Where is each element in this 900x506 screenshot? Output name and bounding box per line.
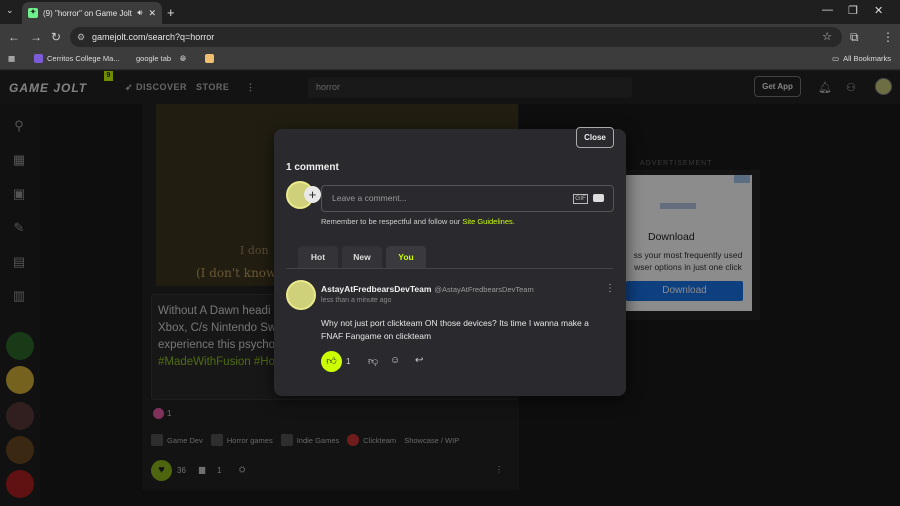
comment-like-count: 1 — [346, 357, 351, 366]
reply-icon[interactable]: ↩ — [415, 355, 423, 366]
sort-tabs: Hot New You — [298, 246, 426, 268]
tab-you[interactable]: You — [386, 246, 426, 268]
site-info-icon[interactable]: ⚙ — [77, 27, 85, 47]
guidelines-text: Remember to be respectful and follow our — [321, 217, 463, 226]
url-text: gamejolt.com/search?q=horror — [92, 32, 215, 42]
minimize-icon[interactable]: — — [822, 4, 833, 16]
gamejolt-favicon-icon: ✦ — [28, 8, 38, 18]
thumbs-up-icon[interactable]: 👍︎ — [321, 351, 342, 372]
globe-bookmark-icon[interactable]: 🌐︎ — [180, 54, 186, 64]
extensions-icon[interactable]: ⧉ — [850, 30, 859, 45]
tab-hot[interactable]: Hot — [298, 246, 338, 268]
divider — [286, 268, 613, 269]
comments-modal: Close 1 comment + Leave a comment... GIF… — [274, 127, 626, 396]
bookmark-item-icon[interactable] — [205, 54, 214, 63]
browser-tab[interactable]: ✦ (9) "horror" on Game Jolt 🔊︎ ✕ — [22, 2, 162, 24]
folder-icon: ▭ — [832, 54, 840, 63]
guidelines-note: Remember to be respectful and follow our… — [321, 217, 515, 226]
maximize-icon[interactable]: ❐ — [848, 4, 858, 17]
guidelines-period: . — [512, 217, 515, 226]
cerritos-icon — [34, 54, 43, 63]
bookmark-label: google tab — [136, 54, 172, 63]
tab-close-icon[interactable]: ✕ — [148, 8, 156, 19]
author-name: AstayAtFredbearsDevTeam — [321, 284, 432, 294]
browser-tab-bar: ⌄ ✦ (9) "horror" on Game Jolt 🔊︎ ✕ + — ❐… — [0, 0, 900, 24]
tab-new[interactable]: New — [342, 246, 382, 268]
comment-avatar[interactable] — [286, 280, 316, 310]
back-icon[interactable]: ← — [8, 30, 20, 44]
bookmark-label: Cerritos College Ma... — [47, 54, 120, 63]
new-tab-icon[interactable]: + — [167, 5, 175, 20]
gif-icon[interactable]: GIF — [573, 194, 588, 204]
browser-toolbar: ← → ↻ ⚙ gamejolt.com/search?q=horror ☆ ⧉… — [0, 24, 900, 50]
add-icon[interactable]: + — [304, 186, 321, 203]
apps-grid-icon[interactable]: ▦ — [8, 54, 15, 63]
thumbs-down-icon[interactable]: 👎︎ — [368, 355, 378, 367]
modal-title: 1 comment — [286, 162, 339, 173]
comment-placeholder: Leave a comment... — [332, 193, 407, 203]
all-bookmarks-label: All Bookmarks — [843, 54, 892, 63]
forward-icon[interactable]: → — [30, 30, 42, 44]
comment-input[interactable]: Leave a comment... GIF — [321, 185, 614, 212]
bookmarks-bar: ▦ Cerritos College Ma... google tab 🌐︎ ▭… — [0, 50, 900, 70]
close-button[interactable]: Close — [576, 127, 614, 148]
comment-author[interactable]: AstayAtFredbearsDevTeam @AstayAtFredbears… — [321, 284, 534, 294]
bookmark-star-icon[interactable]: ☆ — [822, 27, 832, 47]
reload-icon[interactable]: ↻ — [51, 30, 61, 44]
window-close-icon[interactable]: ✕ — [874, 4, 883, 17]
tab-search-icon[interactable]: ⌄ — [6, 5, 14, 16]
address-bar[interactable]: ⚙ gamejolt.com/search?q=horror ☆ — [70, 27, 842, 47]
comment-body: Why not just port clickteam ON those dev… — [321, 318, 589, 341]
browser-menu-icon[interactable]: ⋮ — [882, 30, 894, 44]
emoji-reaction-icon[interactable]: ☺ — [390, 355, 400, 366]
bookmark-google-tab[interactable]: google tab — [136, 54, 171, 63]
author-handle: @AstayAtFredbearsDevTeam — [434, 285, 534, 294]
bookmark-cerritos[interactable]: Cerritos College Ma... — [34, 54, 120, 63]
tab-title: (9) "horror" on Game Jolt — [43, 8, 132, 18]
comment-time: less than a minute ago — [321, 297, 392, 304]
all-bookmarks[interactable]: ▭ All Bookmarks — [832, 54, 891, 63]
vr-icon[interactable] — [593, 194, 604, 202]
comment-more-icon[interactable]: ⋮ — [605, 283, 615, 294]
site-guidelines-link[interactable]: Site Guidelines — [462, 217, 512, 226]
audio-icon[interactable]: 🔊︎ — [137, 8, 142, 18]
